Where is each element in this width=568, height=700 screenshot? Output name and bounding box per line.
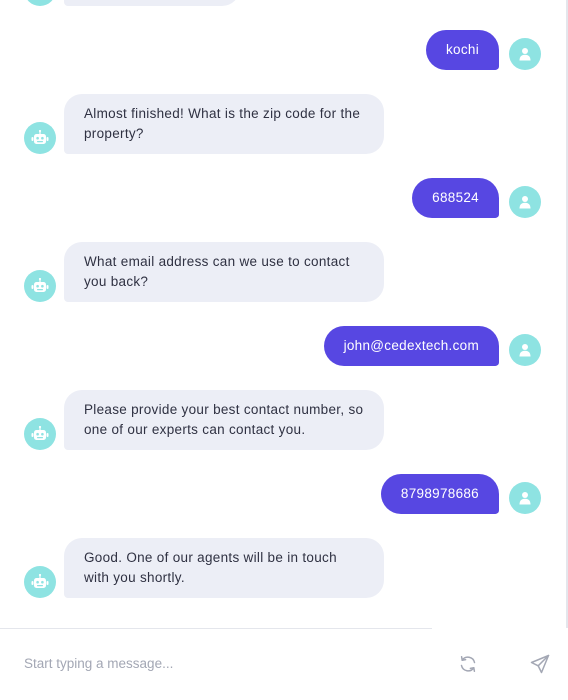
- send-button[interactable]: [528, 652, 552, 676]
- bot-avatar: [24, 0, 56, 6]
- message-composer: [0, 628, 568, 700]
- bot-avatar: [24, 566, 56, 598]
- message-bubble-bot: [64, 0, 240, 6]
- message-input[interactable]: [22, 646, 426, 680]
- send-icon: [530, 654, 550, 674]
- user-avatar: [509, 186, 541, 218]
- robot-icon: [31, 278, 49, 292]
- robot-icon: [31, 426, 49, 440]
- user-icon: [519, 492, 531, 505]
- message-bubble-user: kochi: [425, 30, 499, 70]
- message-bubble-bot: Almost finished! What is the zip code fo…: [64, 94, 384, 154]
- user-avatar: [509, 482, 541, 514]
- user-avatar: [509, 334, 541, 366]
- bot-avatar: [24, 122, 56, 154]
- message-bubble-bot: Good. One of our agents will be in touch…: [64, 538, 384, 598]
- message-list[interactable]: kochi Almost finished! What is the zip c…: [0, 0, 566, 628]
- robot-icon: [31, 574, 49, 588]
- user-icon: [519, 344, 531, 357]
- refresh-icon: [460, 656, 476, 672]
- bot-avatar: [24, 418, 56, 450]
- user-avatar: [509, 38, 541, 70]
- bot-avatar: [24, 270, 56, 302]
- message-bubble-user: 8798978686: [380, 474, 499, 514]
- message-bubble-bot: Please provide your best contact number,…: [64, 390, 384, 450]
- message-bubble-bot: What email address can we use to contact…: [64, 242, 384, 302]
- message-bubble-user: john@cedextech.com: [323, 326, 499, 366]
- user-icon: [519, 196, 531, 209]
- robot-icon: [31, 130, 49, 144]
- message-bubble-user: 688524: [412, 178, 499, 218]
- composer-divider: [0, 628, 432, 629]
- refresh-button[interactable]: [456, 652, 480, 676]
- user-icon: [519, 48, 531, 61]
